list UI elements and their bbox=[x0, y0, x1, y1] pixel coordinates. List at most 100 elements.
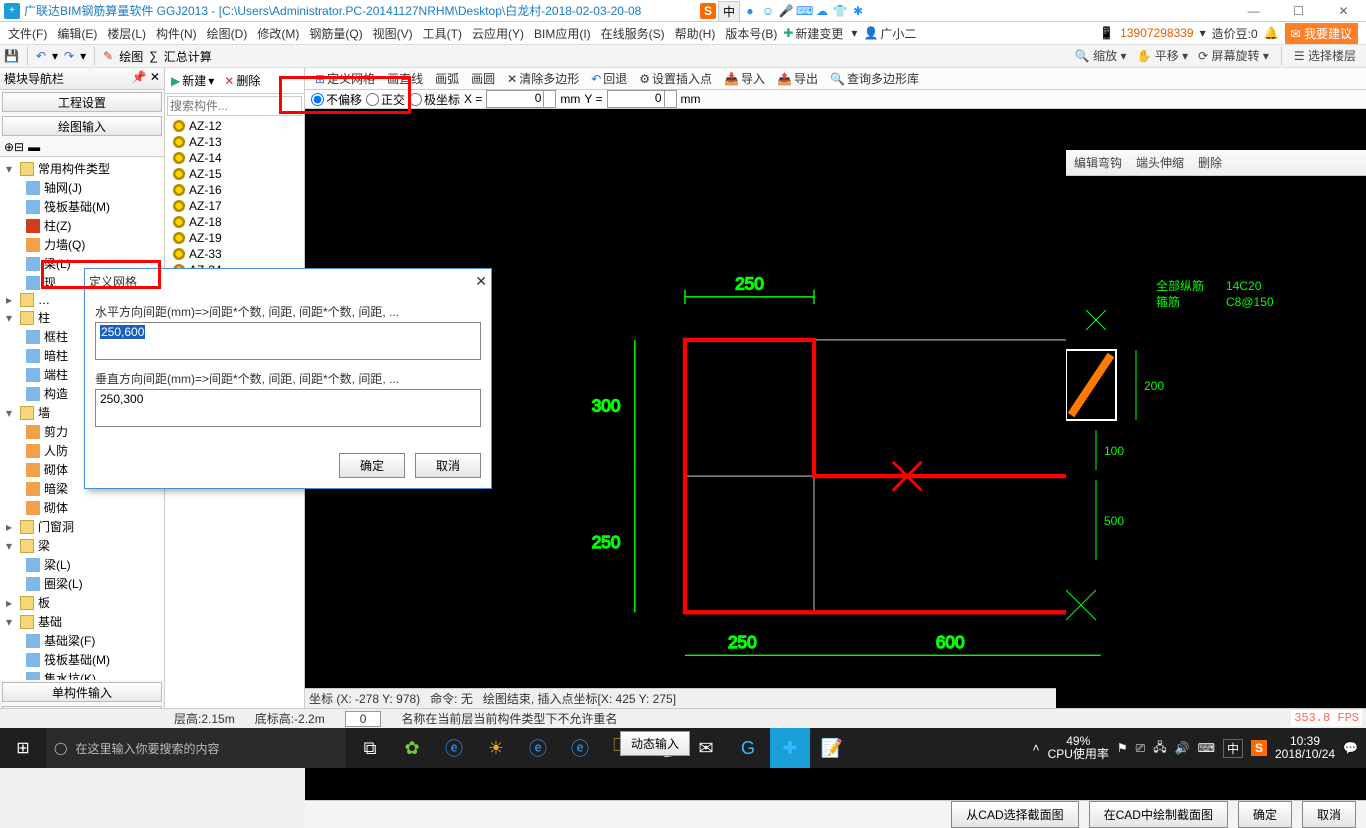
redo-icon[interactable]: ↷ bbox=[64, 49, 74, 63]
menu-draw[interactable]: 绘图(D) bbox=[203, 23, 252, 44]
nav-pin-icon[interactable]: 📌 ✕ bbox=[132, 70, 160, 87]
ie-icon[interactable]: ⓔ bbox=[434, 728, 474, 768]
app-icon[interactable]: ✿ bbox=[392, 728, 432, 768]
list-item[interactable]: AZ-17 bbox=[165, 198, 304, 214]
tab-delete[interactable]: 删除 bbox=[1198, 154, 1222, 171]
insert-point-button[interactable]: ⚙ 设置插入点 bbox=[635, 68, 716, 89]
dialog-ok-button[interactable]: 确定 bbox=[339, 453, 405, 478]
list-item[interactable]: AZ-15 bbox=[165, 166, 304, 182]
draw-input-button[interactable]: 绘图输入 bbox=[2, 116, 162, 136]
start-button[interactable]: ⊞ bbox=[0, 728, 46, 768]
ime-icon[interactable]: ⌨ bbox=[796, 4, 812, 18]
x-input[interactable]: 0 bbox=[486, 90, 556, 108]
import-button[interactable]: 📥 导入 bbox=[720, 68, 769, 89]
export-button[interactable]: 📤 导出 bbox=[773, 68, 822, 89]
sogou-icon[interactable]: S bbox=[700, 3, 716, 19]
menu-modify[interactable]: 修改(M) bbox=[253, 23, 303, 44]
ime-icon[interactable]: ☁ bbox=[814, 4, 830, 18]
app-icon[interactable]: ☀ bbox=[476, 728, 516, 768]
list-item[interactable]: AZ-18 bbox=[165, 214, 304, 230]
mail-icon[interactable]: ✉ bbox=[686, 728, 726, 768]
sum-calc[interactable]: 汇总计算 bbox=[164, 48, 212, 65]
maximize-button[interactable]: ☐ bbox=[1276, 0, 1321, 22]
sogou-tray-icon[interactable]: S bbox=[1251, 740, 1267, 756]
suggestion-button[interactable]: ✉ 我要建议 bbox=[1285, 23, 1358, 44]
dialog-close-icon[interactable]: ✕ bbox=[475, 273, 487, 290]
ime-toolbar[interactable]: S 中 ● ☺ 🎤 ⌨ ☁ 👕 ✱ bbox=[700, 0, 866, 22]
save-icon[interactable]: 💾 bbox=[4, 49, 19, 63]
menu-edit[interactable]: 编辑(E) bbox=[53, 23, 101, 44]
list-item[interactable]: AZ-14 bbox=[165, 150, 304, 166]
ime-icon[interactable]: 👕 bbox=[832, 4, 848, 18]
ok-button[interactable]: 确定 bbox=[1238, 801, 1292, 828]
list-item[interactable]: AZ-13 bbox=[165, 134, 304, 150]
taskbar-search[interactable]: ◯ 在这里输入你要搜索的内容 bbox=[46, 728, 346, 768]
menu-rebar[interactable]: 钢筋量(Q) bbox=[305, 23, 366, 44]
close-button[interactable]: ✕ bbox=[1321, 0, 1366, 22]
menu-file[interactable]: 文件(F) bbox=[4, 23, 51, 44]
sigma-icon[interactable]: ∑ bbox=[149, 49, 158, 63]
taskview-icon[interactable]: ⧉ bbox=[350, 728, 390, 768]
tab-edit-hook[interactable]: 编辑弯钩 bbox=[1074, 154, 1122, 171]
v-spacing-input[interactable]: 250,300 bbox=[95, 389, 481, 427]
tray-up-icon[interactable]: ˄ bbox=[1033, 741, 1040, 755]
eng-settings-button[interactable]: 工程设置 bbox=[2, 92, 162, 112]
user-label[interactable]: 广小二 bbox=[880, 25, 916, 42]
tray-icon[interactable]: ⚑ bbox=[1117, 741, 1128, 755]
draw-circle-button[interactable]: 画圆 bbox=[467, 68, 499, 89]
list-item[interactable]: AZ-19 bbox=[165, 230, 304, 246]
menu-cloud[interactable]: 云应用(Y) bbox=[468, 23, 528, 44]
ime-indicator[interactable]: 中 bbox=[1223, 739, 1243, 758]
new-component-button[interactable]: ▶新建▾ bbox=[167, 70, 218, 91]
bell-icon[interactable]: 🔔 bbox=[1264, 26, 1279, 40]
ime-icon[interactable]: ● bbox=[742, 4, 758, 18]
draw-arc-button[interactable]: 画弧 bbox=[431, 68, 463, 89]
menu-tools[interactable]: 工具(T) bbox=[419, 23, 466, 44]
app-icon[interactable]: ✚ bbox=[770, 728, 810, 768]
tree-collapse-icon[interactable]: ▬ bbox=[28, 140, 40, 154]
y-input[interactable]: 0 bbox=[607, 90, 677, 108]
app-icon[interactable]: G bbox=[728, 728, 768, 768]
list-item[interactable]: AZ-16 bbox=[165, 182, 304, 198]
cancel-button[interactable]: 取消 bbox=[1302, 801, 1356, 828]
clear-poly-button[interactable]: ✕ 清除多边形 bbox=[503, 68, 583, 89]
dynamic-input-button[interactable]: 动态输入 bbox=[620, 731, 690, 756]
menu-version[interactable]: 版本号(B) bbox=[721, 23, 781, 44]
list-item[interactable]: AZ-12 bbox=[165, 118, 304, 134]
single-comp-button[interactable]: 单构件输入 bbox=[2, 682, 162, 702]
ime-icon[interactable]: ✱ bbox=[850, 4, 866, 18]
undo-button[interactable]: ↶ 回退 bbox=[587, 68, 631, 89]
new-change-label[interactable]: 新建变更 bbox=[795, 25, 843, 42]
app-icon[interactable]: 📝 bbox=[812, 728, 852, 768]
draw-icon[interactable]: ✎ bbox=[103, 49, 113, 63]
pan-tool[interactable]: ✋ 平移 ▾ bbox=[1136, 47, 1188, 65]
menu-bim[interactable]: BIM应用(I) bbox=[530, 23, 595, 44]
draw-label[interactable]: 绘图 bbox=[119, 48, 143, 65]
network-icon[interactable]: 🖧 bbox=[1153, 738, 1166, 759]
query-poly-button[interactable]: 🔍 查询多边形库 bbox=[826, 68, 923, 89]
dialog-cancel-button[interactable]: 取消 bbox=[415, 453, 481, 478]
rotate-tool[interactable]: ⟳ 屏幕旋转 ▾ bbox=[1198, 47, 1269, 65]
menu-online[interactable]: 在线服务(S) bbox=[597, 23, 669, 44]
notification-icon[interactable]: 💬 bbox=[1343, 741, 1358, 755]
ime-lang[interactable]: 中 bbox=[718, 1, 740, 22]
phone-number[interactable]: 13907298339 bbox=[1120, 26, 1193, 40]
delete-component-button[interactable]: ✕删除 bbox=[220, 70, 264, 91]
ime-icon[interactable]: ☺ bbox=[760, 4, 776, 18]
tray-icon[interactable]: ⎚ bbox=[1136, 741, 1146, 756]
zoom-tool[interactable]: 🔍 缩放 ▾ bbox=[1075, 47, 1127, 65]
menu-view[interactable]: 视图(V) bbox=[369, 23, 417, 44]
polar-radio[interactable]: 极坐标 bbox=[409, 91, 460, 108]
tab-end-stretch[interactable]: 端头伸缩 bbox=[1136, 154, 1184, 171]
menu-help[interactable]: 帮助(H) bbox=[671, 23, 720, 44]
list-item[interactable]: AZ-33 bbox=[165, 246, 304, 262]
tree-expand-icon[interactable]: ⊕⊟ bbox=[4, 140, 24, 154]
menu-floor[interactable]: 楼层(L) bbox=[103, 23, 150, 44]
h-spacing-input[interactable]: 250,600 bbox=[95, 322, 481, 360]
ie2-icon[interactable]: ⓔ bbox=[560, 728, 600, 768]
in-cad-button[interactable]: 在CAD中绘制截面图 bbox=[1089, 801, 1228, 828]
menu-component[interactable]: 构件(N) bbox=[152, 23, 201, 44]
minimize-button[interactable]: — bbox=[1231, 0, 1276, 22]
cortana-icon[interactable]: ◯ bbox=[54, 741, 67, 755]
ime-icon[interactable]: 🎤 bbox=[778, 4, 794, 18]
